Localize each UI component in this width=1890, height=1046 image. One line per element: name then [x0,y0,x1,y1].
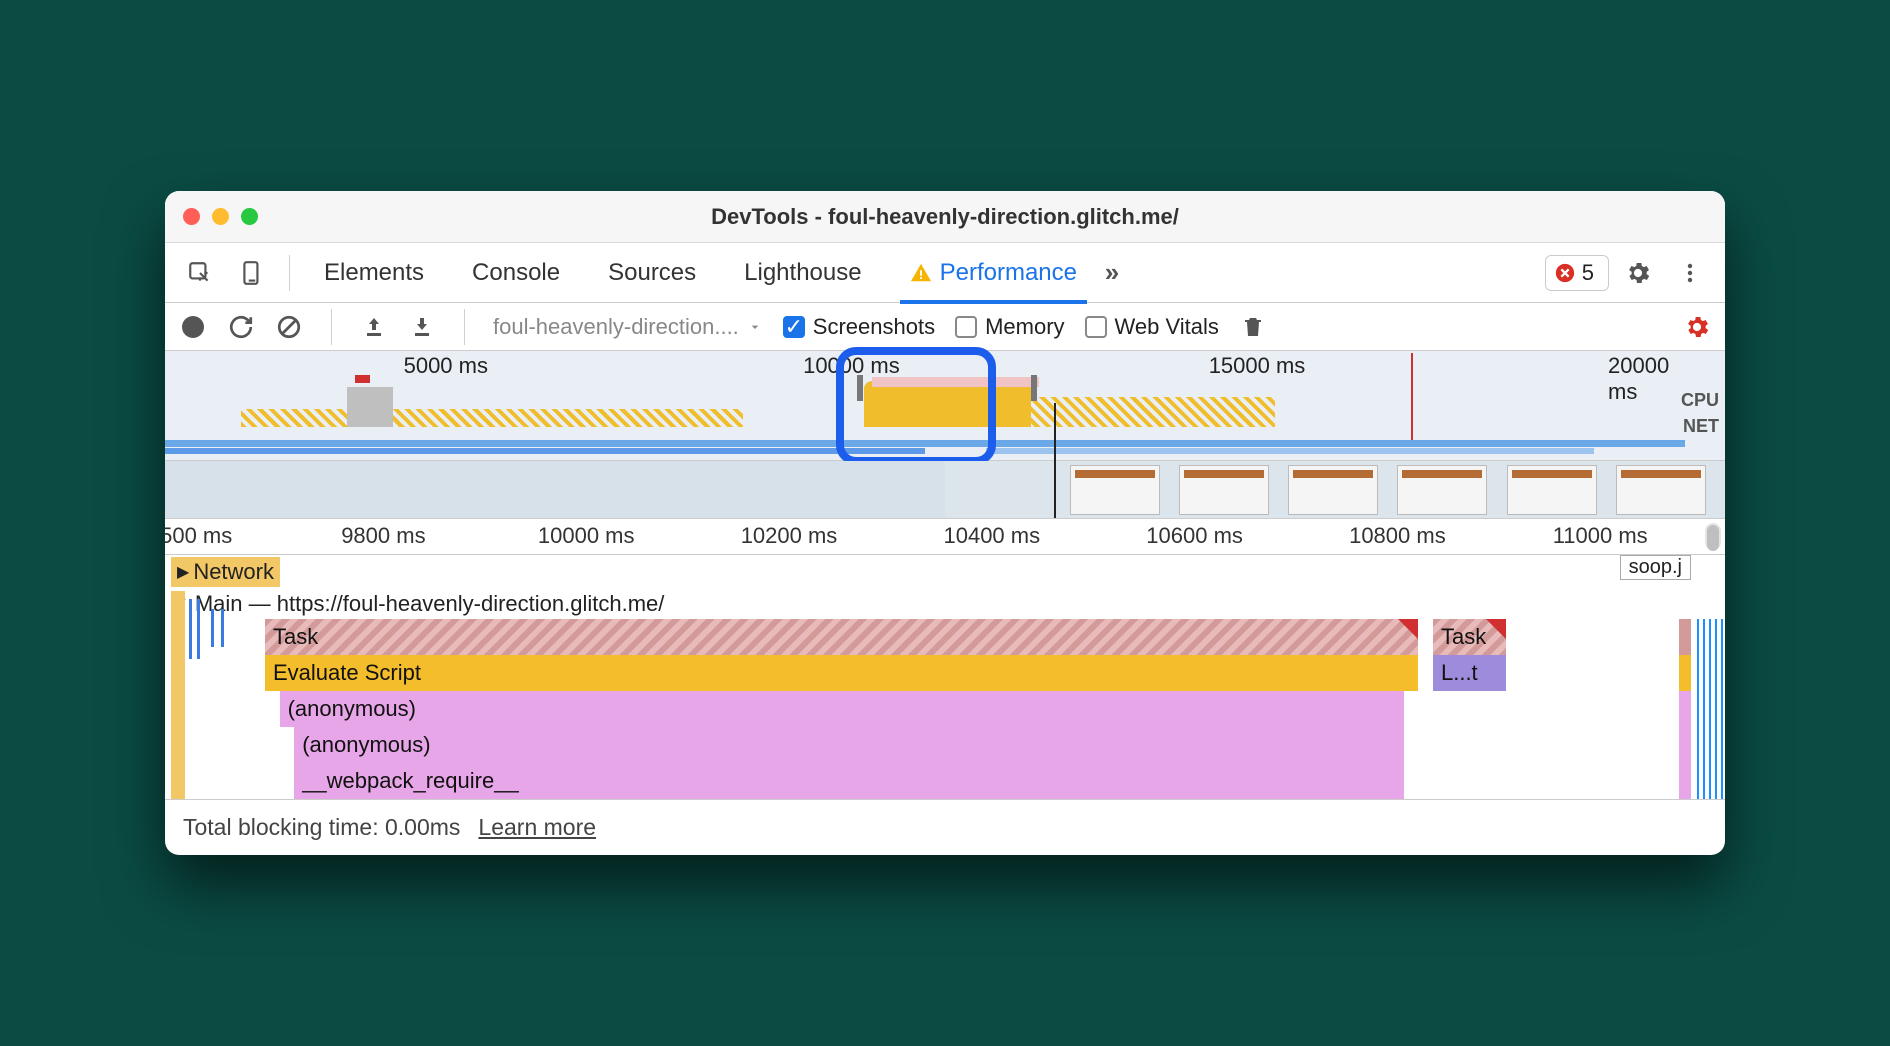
tab-console[interactable]: Console [466,245,566,301]
detail-ruler[interactable]: 500 ms 9800 ms 10000 ms 10200 ms 10400 m… [165,519,1725,555]
error-count-badge[interactable]: 5 [1545,255,1609,291]
tracks-area: ▶Network soop.j ▼ Main — https://foul-he… [165,555,1725,799]
warning-icon [910,262,932,284]
inspect-icon[interactable] [177,250,223,296]
memory-checkbox[interactable]: Memory [955,314,1064,340]
webvitals-checkbox[interactable]: Web Vitals [1085,314,1219,340]
error-icon [1554,262,1576,284]
blocking-time-label: Total blocking time: 0.00ms [183,814,460,841]
frame-markers [171,591,251,799]
capture-settings-icon[interactable] [1683,313,1711,341]
horizontal-scrollbar[interactable] [1705,523,1721,550]
page-select[interactable]: foul-heavenly-direction.... [493,314,763,340]
zoom-window-button[interactable] [241,208,258,225]
devtools-window: DevTools - foul-heavenly-direction.glitc… [165,191,1725,855]
minimize-window-button[interactable] [212,208,229,225]
overview-timeline[interactable]: 5000 ms 10000 ms 15000 ms 20000 ms CPU N… [165,351,1725,461]
tab-performance[interactable]: Performance [904,245,1083,301]
overview-cpu-label: CPU [1681,387,1719,413]
main-track-header[interactable]: ▼ Main — https://foul-heavenly-direction… [165,589,1725,619]
tab-elements[interactable]: Elements [318,245,430,301]
flame-chart[interactable]: Task Task Evaluate Script L...t (anonymo… [265,619,1725,799]
toggle-device-icon[interactable] [229,250,275,296]
chevron-down-icon [747,319,763,335]
screenshots-strip[interactable] [165,461,1725,519]
screenshots-checkbox[interactable]: ✓Screenshots [783,314,935,340]
overview-selection-annotation [836,347,996,465]
tab-sources[interactable]: Sources [602,245,702,301]
load-profile-icon[interactable] [360,313,388,341]
reload-record-button[interactable] [227,313,255,341]
overview-tick: 15000 ms [1209,353,1306,379]
panel-tabs: Elements Console Sources Lighthouse Perf… [318,245,1083,301]
network-request-soop[interactable]: soop.j [1620,555,1691,580]
save-profile-icon[interactable] [408,313,436,341]
window-title: DevTools - foul-heavenly-direction.glitc… [165,204,1725,230]
trash-icon[interactable] [1239,313,1267,341]
learn-more-link[interactable]: Learn more [478,814,596,841]
kebab-menu-icon[interactable] [1667,250,1713,296]
tab-lighthouse[interactable]: Lighthouse [738,245,867,301]
summary-footer: Total blocking time: 0.00ms Learn more [165,799,1725,855]
titlebar: DevTools - foul-heavenly-direction.glitc… [165,191,1725,243]
network-track-header[interactable]: ▶Network [165,555,1725,589]
settings-icon[interactable] [1615,250,1661,296]
clear-button[interactable] [275,313,303,341]
overview-tick: 5000 ms [404,353,488,379]
window-controls [165,208,258,225]
close-window-button[interactable] [183,208,200,225]
more-tabs-button[interactable]: » [1089,250,1135,296]
overview-net-label: NET [1681,413,1719,439]
record-button[interactable] [179,313,207,341]
panel-tabbar: Elements Console Sources Lighthouse Perf… [165,243,1725,303]
flame-minicolumn [1679,619,1691,799]
flame-right-markers [1697,619,1725,799]
perf-toolbar: foul-heavenly-direction.... ✓Screenshots… [165,303,1725,351]
